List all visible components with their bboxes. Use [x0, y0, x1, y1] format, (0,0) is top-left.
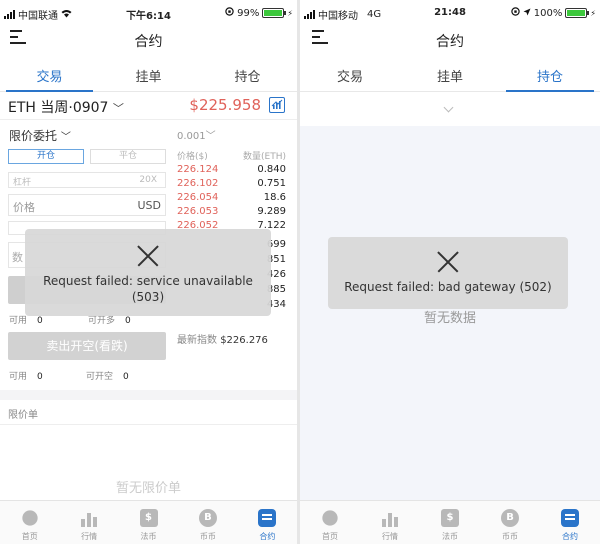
bottom-tab-bar: 首页 行情 $ 法币 B 币币 合约: [0, 500, 297, 544]
lock-rotation-icon: [511, 7, 520, 19]
order-type-select[interactable]: 限价委托 ﹀: [9, 127, 71, 144]
positions-filter[interactable]: [300, 92, 600, 126]
contract-icon: [561, 509, 579, 527]
coin-icon: B: [198, 509, 217, 527]
tab-fiat[interactable]: $ 法币: [119, 501, 178, 544]
fiat-icon: $: [441, 509, 459, 527]
tab-trade[interactable]: 交易: [0, 60, 99, 92]
section-divider: [0, 390, 297, 400]
market-icon: [80, 509, 98, 527]
close-position-button[interactable]: 平仓: [90, 149, 166, 164]
divider: [0, 424, 297, 425]
tab-trade[interactable]: 交易: [300, 60, 400, 91]
error-toast: Request failed: service unavailable (503…: [25, 229, 271, 316]
limit-orders-title: 限价单: [8, 410, 38, 421]
chevron-down-icon: [443, 102, 454, 113]
close-x-icon: [437, 251, 459, 273]
ask-row[interactable]: 226.054 18.6: [177, 192, 286, 206]
tab-market[interactable]: 行情: [360, 501, 420, 544]
chevron-down-icon: ﹀: [112, 102, 124, 115]
contract-name: ETH 当周·0907 ﹀: [8, 100, 124, 116]
phone-left: 中国联通 下午6:14 99% ⚡ 合约 交易 挂单 持仓 ETH 当周·090…: [0, 0, 297, 544]
tab-bar: 交易 挂单 持仓: [0, 60, 297, 92]
chevron-down-icon: ﹀: [60, 132, 71, 143]
page-title: 合约: [436, 34, 464, 50]
leverage-label: 杠杆: [13, 178, 32, 188]
tab-home[interactable]: 首页: [300, 501, 360, 544]
tab-home[interactable]: 首页: [0, 501, 59, 544]
battery-icon: [262, 8, 287, 18]
depth-select[interactable]: 0.001﹀: [177, 127, 216, 142]
nav-bar: 合约: [0, 26, 297, 52]
tab-coin[interactable]: B 币币: [178, 501, 237, 544]
tab-positions[interactable]: 持仓: [500, 60, 600, 92]
coin-icon: B: [501, 509, 519, 527]
latest-index: 最新指数 $226.276: [177, 335, 268, 346]
charging-icon: ⚡: [287, 8, 293, 18]
tab-coin[interactable]: B 币币: [480, 501, 540, 544]
tab-bar: 交易 挂单 持仓: [300, 60, 600, 92]
location-icon: [523, 8, 531, 19]
error-message: Request failed: service unavailable (503…: [43, 274, 253, 304]
tab-market[interactable]: 行情: [59, 501, 118, 544]
ask-row[interactable]: 226.102 0.751: [177, 178, 286, 192]
positions-empty: 暂无数据: [423, 311, 476, 326]
bottom-tab-bar: 首页 行情 $ 法币 B 币币 合约: [300, 500, 600, 544]
open-position-button[interactable]: 开仓: [8, 149, 84, 164]
tab-fiat[interactable]: $ 法币: [420, 501, 480, 544]
error-toast: Request failed: bad gateway (502): [328, 237, 568, 309]
last-price: $225.958: [189, 96, 261, 114]
leverage-field[interactable]: 杠杆 20X: [8, 172, 166, 188]
market-icon: [381, 509, 399, 527]
price-unit: USD: [137, 199, 161, 212]
nav-bar: 合约: [300, 26, 600, 52]
status-bar: 中国移动 4G 21:48 100% ⚡: [300, 0, 600, 24]
charging-icon: ⚡: [590, 8, 596, 18]
battery-percent: 99%: [237, 7, 260, 19]
chevron-down-icon: ﹀: [205, 131, 216, 142]
quantity-placeholder: 数: [12, 251, 23, 264]
limit-orders-empty: 暂无限价单: [115, 481, 181, 496]
phone-right: 中国移动 4G 21:48 100% ⚡ 合约 交易 挂单 持仓 暂无数据 Re…: [300, 0, 600, 544]
header-price: 价格($): [177, 152, 208, 162]
available-balance-2: 可用 0: [9, 372, 43, 382]
header-qty: 数量(ETH): [243, 152, 286, 162]
error-message: Request failed: bad gateway (502): [344, 280, 552, 294]
leverage-value: 20X: [139, 175, 157, 185]
price-placeholder: 价格: [13, 201, 35, 214]
tab-orders[interactable]: 挂单: [400, 60, 500, 91]
chart-icon[interactable]: [269, 97, 285, 113]
can-open-short: 可开空 0: [86, 372, 129, 382]
battery-percent: 100%: [533, 7, 563, 19]
page-title: 合约: [134, 34, 163, 50]
tab-orders[interactable]: 挂单: [99, 60, 198, 91]
contract-icon: [258, 509, 277, 527]
lock-rotation-icon: [225, 7, 234, 19]
orderbook-header: 价格($) 数量(ETH): [177, 149, 286, 162]
home-icon: [322, 510, 338, 526]
tab-positions[interactable]: 持仓: [198, 60, 297, 91]
battery-icon: [565, 8, 590, 18]
sell-short-button[interactable]: 卖出开空(看跌): [8, 332, 166, 360]
status-bar: 中国联通 下午6:14 99% ⚡: [0, 0, 297, 24]
contract-selector[interactable]: ETH 当周·0907 ﹀ $225.958: [0, 92, 297, 120]
fiat-icon: $: [139, 509, 158, 527]
tab-contract[interactable]: 合约: [540, 501, 600, 544]
price-input[interactable]: 价格 USD: [8, 194, 166, 216]
ask-row[interactable]: 226.053 9.289: [177, 206, 286, 220]
tab-contract[interactable]: 合约: [238, 501, 297, 544]
home-icon: [22, 510, 38, 526]
close-x-icon: [137, 245, 159, 267]
ask-row[interactable]: 226.124 0.840: [177, 164, 286, 178]
